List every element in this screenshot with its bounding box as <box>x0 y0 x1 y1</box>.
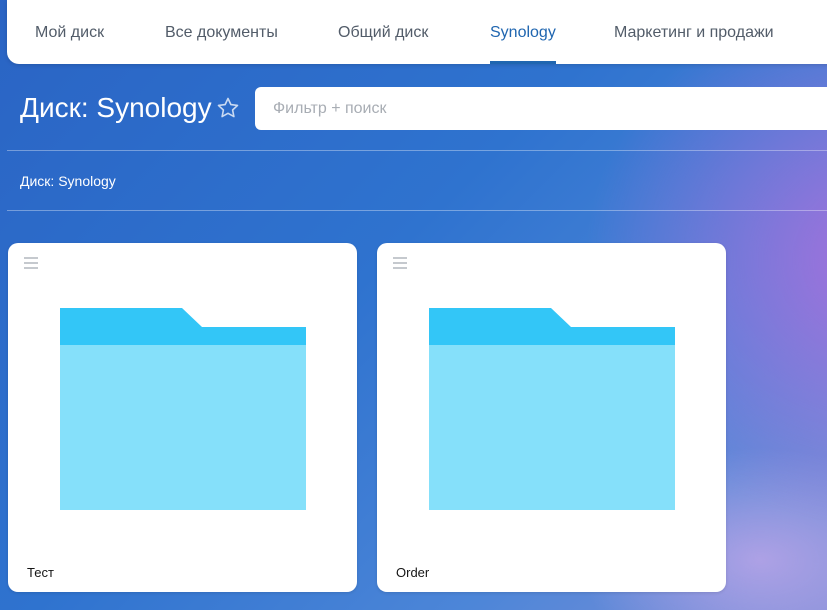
folder-card[interactable]: Тест <box>8 243 357 592</box>
folder-icon <box>60 308 306 510</box>
folder-name: Тест <box>27 565 54 580</box>
drag-handle-icon[interactable] <box>393 257 407 269</box>
tab-all-documents[interactable]: Все документы <box>165 0 278 64</box>
tab-marketing-sales[interactable]: Маркетинг и продажи <box>614 0 774 64</box>
drag-handle-icon[interactable] <box>24 257 38 269</box>
breadcrumb[interactable]: Диск: Synology <box>20 173 116 189</box>
top-tab-bar: Мой диск Все документы Общий диск Synolo… <box>7 0 827 64</box>
tab-shared-disk[interactable]: Общий диск <box>338 0 428 64</box>
star-icon[interactable] <box>216 96 240 120</box>
divider <box>7 150 827 151</box>
folder-name: Order <box>396 565 430 580</box>
tab-my-disk[interactable]: Мой диск <box>35 0 104 64</box>
folder-card[interactable]: Order <box>377 243 726 592</box>
search-input[interactable] <box>255 87 827 130</box>
folder-icon <box>429 308 675 510</box>
tab-synology[interactable]: Synology <box>490 0 556 64</box>
page-title: Диск: Synology <box>20 92 212 123</box>
divider <box>7 210 827 211</box>
